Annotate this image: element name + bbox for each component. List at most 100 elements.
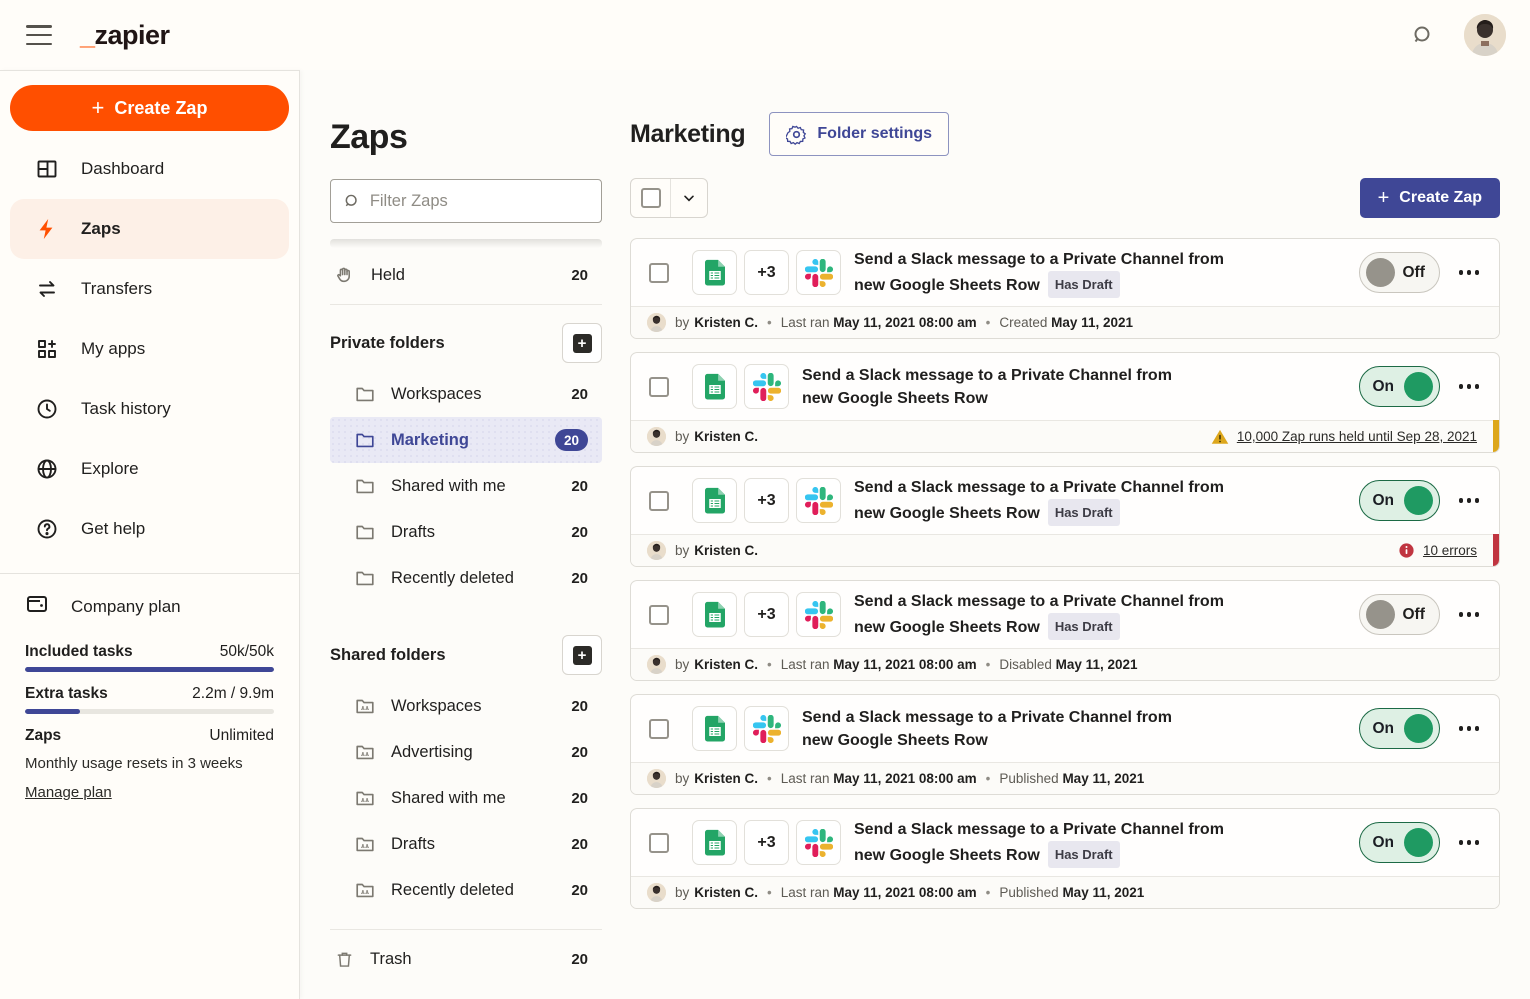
zap-checkbox[interactable] bbox=[649, 377, 669, 397]
zap-title[interactable]: Send a Slack message to a Private Channe… bbox=[802, 364, 1172, 410]
folder-count: 20 bbox=[555, 429, 588, 451]
zap-toggle-on[interactable]: On bbox=[1359, 366, 1440, 407]
zap-meta: Last ran May 11, 2021 08:00 am bbox=[781, 885, 977, 900]
owner-name: Kristen C. bbox=[694, 885, 758, 900]
sidebar-item-transfers[interactable]: Transfers bbox=[10, 259, 289, 319]
sidebar-item-label: Task history bbox=[81, 399, 171, 419]
zap-row: +3Send a Slack message to a Private Chan… bbox=[630, 238, 1500, 339]
folder-settings-label: Folder settings bbox=[817, 125, 932, 143]
zap-menu-icon[interactable] bbox=[1457, 264, 1482, 281]
folder-count: 20 bbox=[571, 744, 588, 761]
zap-row: Send a Slack message to a Private Channe… bbox=[630, 352, 1500, 453]
folder-count: 20 bbox=[571, 882, 588, 899]
main-content: Marketing Folder settings + Create Zap +… bbox=[630, 70, 1500, 999]
zap-checkbox[interactable] bbox=[649, 263, 669, 283]
zap-checkbox[interactable] bbox=[649, 605, 669, 625]
slack-app-icon bbox=[796, 478, 841, 523]
zap-app-icons: +3 bbox=[692, 820, 841, 865]
folder-item-advertising[interactable]: Advertising20 bbox=[330, 729, 602, 775]
has-draft-badge: Has Draft bbox=[1048, 499, 1120, 526]
zap-row: Send a Slack message to a Private Channe… bbox=[630, 694, 1500, 795]
add-shared-folder-button[interactable]: + bbox=[562, 635, 602, 675]
folder-item-shared-with-me[interactable]: Shared with me20 bbox=[330, 775, 602, 821]
sidebar-item-task-history[interactable]: Task history bbox=[10, 379, 289, 439]
folder-item-shared-with-me[interactable]: Shared with me20 bbox=[330, 463, 602, 509]
sidebar-item-my-apps[interactable]: My apps bbox=[10, 319, 289, 379]
manage-plan-link[interactable]: Manage plan bbox=[25, 784, 112, 801]
sidebar-item-explore[interactable]: Explore bbox=[10, 439, 289, 499]
zap-toggle-off[interactable]: Off bbox=[1359, 594, 1440, 635]
held-hand-icon bbox=[334, 264, 356, 286]
owner-name: Kristen C. bbox=[694, 771, 758, 786]
google-sheets-app-icon bbox=[692, 706, 737, 751]
zap-title[interactable]: Send a Slack message to a Private Channe… bbox=[802, 706, 1172, 752]
zap-toggle-on[interactable]: On bbox=[1359, 480, 1440, 521]
folder-item-held[interactable]: Held 20 bbox=[330, 252, 602, 298]
folder-label: Shared with me bbox=[391, 789, 506, 808]
private-folders-title: Private folders bbox=[330, 334, 445, 353]
zap-toggle-on[interactable]: On bbox=[1359, 708, 1440, 749]
select-all-checkbox[interactable] bbox=[631, 179, 671, 217]
zap-menu-icon[interactable] bbox=[1457, 834, 1482, 851]
zap-app-icons: +3 bbox=[692, 478, 841, 523]
folder-item-recently-deleted[interactable]: Recently deleted20 bbox=[330, 867, 602, 913]
zapier-logo[interactable]: _zapier bbox=[80, 20, 170, 51]
folder-item-workspaces[interactable]: Workspaces20 bbox=[330, 683, 602, 729]
sidebar-item-label: Transfers bbox=[81, 279, 152, 299]
zap-checkbox[interactable] bbox=[649, 833, 669, 853]
zap-alert-link[interactable]: 10 errors bbox=[1423, 543, 1477, 558]
zap-checkbox[interactable] bbox=[649, 491, 669, 511]
zap-footer: byKristen C.•Last ran May 11, 2021 08:00… bbox=[631, 762, 1499, 794]
menu-icon[interactable] bbox=[26, 25, 52, 45]
zap-menu-icon[interactable] bbox=[1457, 720, 1482, 737]
folder-count: 20 bbox=[571, 698, 588, 715]
folder-item-workspaces[interactable]: Workspaces20 bbox=[330, 371, 602, 417]
zap-toggle-on[interactable]: On bbox=[1359, 822, 1440, 863]
zap-menu-icon[interactable] bbox=[1457, 606, 1482, 623]
sidebar-item-label: Dashboard bbox=[81, 159, 164, 179]
folder-label: Drafts bbox=[391, 835, 435, 854]
sidebar-item-label: Explore bbox=[81, 459, 139, 479]
dashboard-icon bbox=[35, 157, 59, 181]
warning-icon bbox=[1211, 428, 1229, 446]
toggle-knob bbox=[1366, 258, 1395, 287]
sidebar-item-get-help[interactable]: Get help bbox=[10, 499, 289, 559]
zap-alert-link[interactable]: 10,000 Zap runs held until Sep 28, 2021 bbox=[1237, 429, 1477, 444]
bulk-actions-dropdown[interactable] bbox=[671, 179, 707, 217]
folder-count: 20 bbox=[571, 478, 588, 495]
private-folder-list: Workspaces20Marketing20Shared with me20D… bbox=[330, 371, 602, 601]
sidebar-item-dashboard[interactable]: Dashboard bbox=[10, 139, 289, 199]
zap-menu-icon[interactable] bbox=[1457, 492, 1482, 509]
zap-title[interactable]: Send a Slack message to a Private Channe… bbox=[854, 248, 1224, 298]
create-zap-label: Create Zap bbox=[1399, 189, 1482, 207]
top-bar: _zapier bbox=[0, 0, 1530, 70]
filter-zaps-input[interactable] bbox=[370, 192, 589, 211]
zap-title[interactable]: Send a Slack message to a Private Channe… bbox=[854, 476, 1224, 526]
folder-item-marketing[interactable]: Marketing20 bbox=[330, 417, 602, 463]
zap-footer: byKristen C.10,000 Zap runs held until S… bbox=[631, 420, 1499, 452]
shared-folder-icon bbox=[354, 833, 376, 855]
zap-checkbox[interactable] bbox=[649, 719, 669, 739]
sidebar-item-zaps[interactable]: Zaps bbox=[10, 199, 289, 259]
zap-menu-icon[interactable] bbox=[1457, 378, 1482, 395]
create-zap-button-sidebar[interactable]: + Create Zap bbox=[10, 85, 289, 131]
zap-toggle-off[interactable]: Off bbox=[1359, 252, 1440, 293]
add-private-folder-button[interactable]: + bbox=[562, 323, 602, 363]
slack-app-icon bbox=[796, 250, 841, 295]
search-icon[interactable] bbox=[1406, 18, 1440, 52]
folder-item-drafts[interactable]: Drafts20 bbox=[330, 821, 602, 867]
folder-settings-button[interactable]: Folder settings bbox=[769, 112, 949, 156]
sidebar-divider bbox=[0, 573, 299, 574]
create-zap-button-main[interactable]: + Create Zap bbox=[1360, 178, 1500, 218]
toggle-knob bbox=[1404, 486, 1433, 515]
company-plan-row[interactable]: Company plan bbox=[25, 592, 274, 621]
folder-item-drafts[interactable]: Drafts20 bbox=[330, 509, 602, 555]
included-tasks-progressbar bbox=[25, 667, 274, 672]
byline-prefix: by bbox=[675, 315, 689, 330]
zap-title[interactable]: Send a Slack message to a Private Channe… bbox=[854, 590, 1224, 640]
slack-app-icon bbox=[796, 592, 841, 637]
folder-item-recently-deleted[interactable]: Recently deleted20 bbox=[330, 555, 602, 601]
user-avatar[interactable] bbox=[1464, 14, 1506, 56]
folder-item-trash[interactable]: Trash 20 bbox=[330, 936, 602, 982]
zap-title[interactable]: Send a Slack message to a Private Channe… bbox=[854, 818, 1224, 868]
